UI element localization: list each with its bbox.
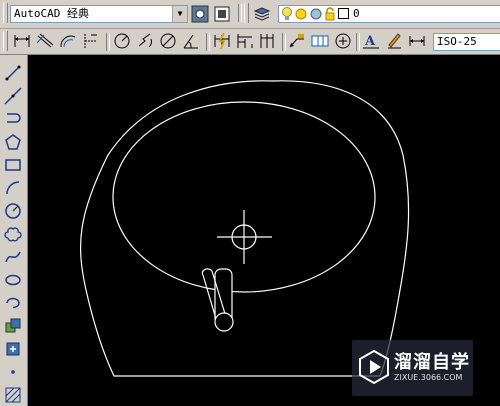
sun-icon[interactable] xyxy=(294,7,308,26)
ellipse-arc-icon[interactable] xyxy=(3,293,23,313)
freeze-icon[interactable] xyxy=(309,7,323,26)
faucet-shape xyxy=(201,268,234,332)
leader-icon[interactable] xyxy=(287,31,307,51)
separator xyxy=(238,4,242,22)
play-logo-icon xyxy=(359,349,389,385)
draw-toolbar xyxy=(0,55,28,406)
svg-text:A: A xyxy=(364,34,376,49)
toolbar-grip[interactable] xyxy=(3,31,8,51)
dimstyle-value: ISO-25 xyxy=(437,35,477,48)
make-block-icon[interactable] xyxy=(3,339,23,359)
dimtedit-icon[interactable] xyxy=(384,31,404,51)
dimstyle-dropdown[interactable]: ISO-25 xyxy=(433,33,500,51)
watermark-url: ZIXUE.3066.COM xyxy=(394,373,463,382)
watermark: 溜溜自学 ZIXUE.3066.COM xyxy=(352,340,473,396)
workspace-dropdown[interactable]: AutoCAD 经典 ▼ xyxy=(10,5,188,23)
jogged-dim-icon[interactable] xyxy=(135,31,155,51)
workspace-settings-icon[interactable] xyxy=(190,4,210,24)
continue-dim-icon[interactable] xyxy=(258,31,278,51)
aligned-dim-icon[interactable] xyxy=(35,31,55,51)
chevron-down-icon[interactable]: ▼ xyxy=(172,6,187,22)
rectangle-icon[interactable] xyxy=(3,155,23,175)
customize-icon[interactable] xyxy=(212,4,232,24)
diameter-dim-icon[interactable] xyxy=(158,31,178,51)
crosshair-cursor xyxy=(217,210,272,264)
baseline-dim-icon[interactable] xyxy=(235,31,255,51)
angular-dim-icon[interactable] xyxy=(181,31,201,51)
tolerance-icon[interactable] xyxy=(310,31,330,51)
ellipse-icon[interactable] xyxy=(3,270,23,290)
polygon-icon[interactable] xyxy=(3,132,23,152)
hatch-icon[interactable] xyxy=(3,385,23,405)
center-mark-icon[interactable] xyxy=(333,31,353,51)
construction-line-icon[interactable] xyxy=(3,86,23,106)
toolbar-grip[interactable] xyxy=(3,3,8,23)
dim-update-icon[interactable] xyxy=(407,31,427,51)
quick-dim-icon[interactable] xyxy=(212,31,232,51)
circle-icon[interactable] xyxy=(3,201,23,221)
dimension-toolbar: A ISO-25 xyxy=(0,29,500,55)
ordinate-dim-icon[interactable] xyxy=(81,31,101,51)
linear-dim-icon[interactable] xyxy=(12,31,32,51)
color-swatch-icon xyxy=(338,8,349,24)
spline-icon[interactable] xyxy=(3,247,23,267)
separator xyxy=(106,33,110,51)
layer-manager-icon[interactable] xyxy=(252,4,272,24)
radius-dim-icon[interactable] xyxy=(112,31,132,51)
lightbulb-icon[interactable] xyxy=(281,6,293,27)
insert-block-icon[interactable] xyxy=(3,316,23,336)
separator xyxy=(356,33,360,51)
layer-name: 0 xyxy=(353,7,360,20)
layer-dropdown[interactable]: 0 xyxy=(278,5,500,23)
arc-icon[interactable] xyxy=(3,178,23,198)
arc-length-icon[interactable] xyxy=(58,31,78,51)
lock-icon[interactable] xyxy=(324,6,336,27)
workspace-toolbar: AutoCAD 经典 ▼ 0 xyxy=(0,0,500,29)
toolbar-grip[interactable] xyxy=(244,3,249,23)
separator xyxy=(206,33,210,51)
separator xyxy=(282,33,286,51)
dimedit-icon[interactable]: A xyxy=(361,31,381,51)
revision-cloud-icon[interactable] xyxy=(3,224,23,244)
point-icon[interactable] xyxy=(3,362,23,382)
line-icon[interactable] xyxy=(3,63,23,83)
watermark-brand: 溜溜自学 xyxy=(394,352,470,373)
polyline-icon[interactable] xyxy=(3,109,23,129)
workspace-dropdown-value: AutoCAD 经典 xyxy=(14,7,89,20)
